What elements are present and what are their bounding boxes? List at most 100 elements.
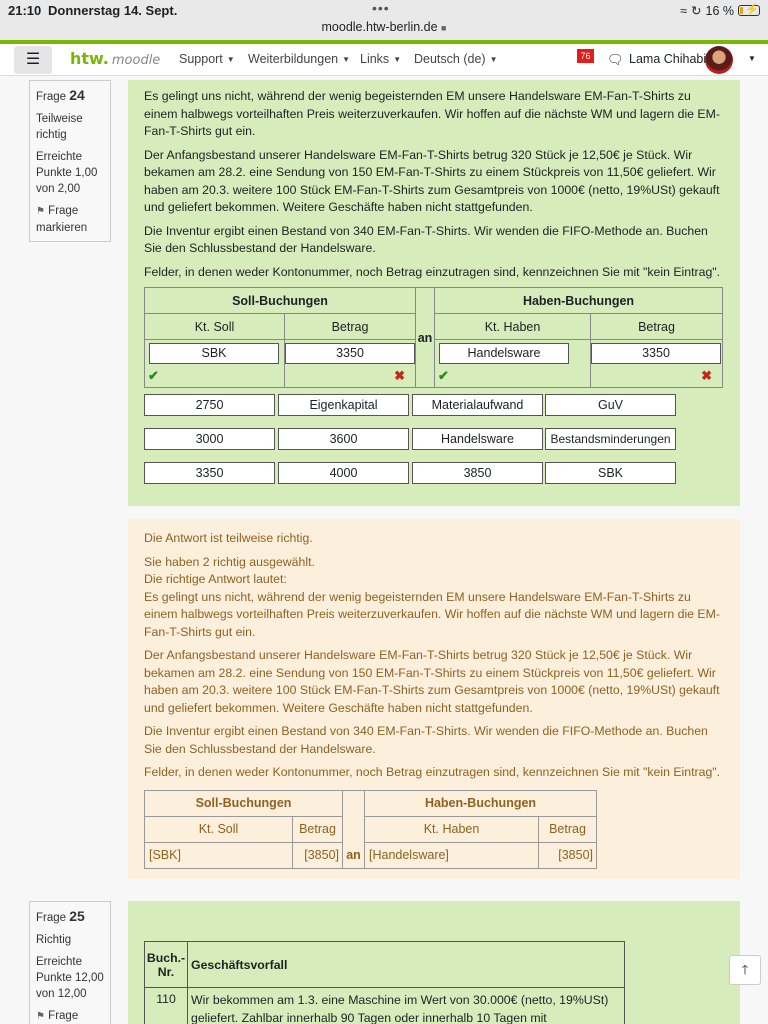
user-name[interactable]: Lama Chihabi bbox=[629, 52, 706, 66]
nav-weiterbildungen-label: Weiterbildungen bbox=[248, 52, 339, 66]
question-info-24: Frage 24 Teilweise richtig Erreichte Pun… bbox=[29, 80, 111, 242]
notification-badge[interactable]: 76 bbox=[577, 49, 594, 63]
feedback-selected: Sie haben 2 richtig ausgewählt. bbox=[144, 554, 315, 569]
arrow-up-icon[interactable]: 🡑 bbox=[729, 955, 761, 985]
booking-table: Soll-Buchungen an Haben-Buchungen Kt. So… bbox=[144, 287, 723, 388]
choice-tile[interactable]: 3000 bbox=[144, 428, 275, 450]
correct-booking-table: Soll-Buchungen an Haben-Buchungen Kt. So… bbox=[144, 789, 597, 869]
check-icon: ✔ bbox=[148, 368, 159, 384]
question-formulation: Es gelingt uns nicht, während der wenig … bbox=[128, 80, 740, 506]
correct-soll-konto: [SBK] bbox=[144, 841, 293, 869]
battery-percent: 16 % bbox=[705, 3, 735, 18]
choice-tile[interactable]: 3600 bbox=[278, 428, 409, 450]
haben-header: Haben-Buchungen bbox=[364, 789, 597, 817]
haben-betrag-header: Betrag bbox=[538, 815, 597, 843]
caret-down-icon: ▼ bbox=[393, 55, 402, 65]
nav-links-label: Links bbox=[360, 52, 390, 66]
choice-tile[interactable]: Eigenkapital bbox=[278, 394, 409, 416]
soll-betrag-header: Betrag bbox=[284, 313, 416, 340]
caret-down-icon: ▼ bbox=[342, 55, 351, 65]
col-geschaeftsvorfall: Geschäftsvorfall bbox=[187, 941, 625, 988]
kt-soll-header: Kt. Soll bbox=[144, 313, 285, 340]
caret-down-icon[interactable]: ▼ bbox=[748, 54, 756, 63]
soll-konto-drop[interactable]: SBK bbox=[149, 343, 279, 365]
haben-konto-cell: Handelsware bbox=[434, 339, 591, 366]
choice-tile[interactable]: 4000 bbox=[278, 462, 409, 484]
lock-icon: ■ bbox=[441, 23, 447, 33]
hamburger-menu-icon[interactable]: ☰ bbox=[14, 46, 52, 74]
an-cell: an bbox=[342, 789, 365, 869]
an-cell: an bbox=[415, 287, 435, 388]
question-label: Frage bbox=[36, 91, 67, 103]
choice-tile[interactable]: 3350 bbox=[144, 462, 275, 484]
cross-icon: ✖ bbox=[701, 368, 712, 384]
haben-betrag-feedback: ✖ bbox=[590, 365, 723, 388]
question-paragraph: Felder, in denen weder Kontonummer, noch… bbox=[144, 264, 721, 279]
feedback-correct-label: Die richtige Antwort lautet: bbox=[144, 572, 287, 586]
choice-tile[interactable]: Materialaufwand bbox=[412, 394, 543, 416]
question-info-25: Frage 25 Richtig Erreichte Punkte 12,00 … bbox=[29, 901, 111, 1024]
feedback-partial: Die Antwort ist teilweise richtig. bbox=[144, 531, 313, 545]
address-bar[interactable]: moodle.htw-berlin.de ■ bbox=[0, 20, 768, 34]
nav-weiterbildungen[interactable]: Weiterbildungen ▼ bbox=[248, 52, 350, 66]
question-state: Richtig bbox=[36, 934, 72, 946]
soll-konto-feedback: ✔ bbox=[144, 365, 285, 388]
nav-links[interactable]: Links ▼ bbox=[360, 52, 401, 66]
haben-betrag-header: Betrag bbox=[590, 313, 723, 340]
kt-haben-header: Kt. Haben bbox=[434, 313, 591, 340]
question-state: Teilweise richtig bbox=[36, 113, 83, 141]
haben-betrag-drop[interactable]: 3350 bbox=[591, 343, 721, 365]
flag-icon: ⚑ bbox=[36, 206, 45, 217]
rotation-lock-icon: ↻ bbox=[691, 4, 702, 18]
choice-tile[interactable]: Handelsware bbox=[412, 428, 543, 450]
row-text: Wir bekommen am 1.3. eine Maschine im We… bbox=[187, 987, 625, 1024]
choice-tile[interactable]: 2750 bbox=[144, 394, 275, 416]
question-number-value: 25 bbox=[69, 908, 85, 924]
answer-feedback: Die Antwort ist teilweise richtig. Sie h… bbox=[128, 519, 740, 879]
nav-language[interactable]: Deutsch (de) ▼ bbox=[414, 52, 497, 66]
site-logo[interactable]: htw. moodle bbox=[70, 49, 160, 68]
question-paragraph: Der Anfangsbestand unserer Handelsware E… bbox=[144, 147, 720, 215]
question-paragraph: Die Inventur ergibt einen Bestand von 34… bbox=[144, 223, 708, 256]
chat-bubble-icon[interactable]: 🗨 bbox=[607, 52, 624, 68]
kt-haben-header: Kt. Haben bbox=[364, 815, 539, 843]
row-number: 110 bbox=[144, 987, 188, 1024]
choice-tile[interactable]: 3850 bbox=[412, 462, 543, 484]
feedback-paragraph: Die Inventur ergibt einen Bestand von 34… bbox=[144, 724, 708, 756]
soll-betrag-cell: 3350 bbox=[284, 339, 416, 366]
business-transactions-table: Buch.-Nr. Geschäftsvorfall 110 Wir bekom… bbox=[144, 941, 625, 1024]
feedback-paragraph: Der Anfangsbestand unserer Handelsware E… bbox=[144, 648, 720, 715]
moodle-navbar: ☰ htw. moodle Support ▼ Weiterbildungen ▼ L… bbox=[0, 44, 768, 76]
choice-tile[interactable]: Bestandsminderungen bbox=[545, 428, 676, 450]
logo-sub: moodle bbox=[111, 53, 161, 68]
choice-tile[interactable]: GuV bbox=[545, 394, 676, 416]
haben-header: Haben-Buchungen bbox=[434, 287, 723, 314]
haben-betrag-cell: 3350 bbox=[590, 339, 723, 366]
question-number: Frage 25 bbox=[36, 908, 104, 926]
safari-dots-icon[interactable]: ••• bbox=[372, 0, 390, 16]
avatar[interactable] bbox=[705, 46, 733, 74]
flag-question[interactable]: ⚑ Frage bbox=[36, 1008, 104, 1024]
haben-konto-feedback: ✔ bbox=[434, 365, 591, 388]
question-label: Frage bbox=[36, 912, 67, 924]
choice-tile[interactable]: SBK bbox=[545, 462, 676, 484]
correct-haben-betrag: [3850] bbox=[538, 841, 597, 869]
soll-header: Soll-Buchungen bbox=[144, 789, 343, 817]
logo-main: htw. bbox=[70, 49, 109, 68]
haben-konto-drop[interactable]: Handelsware bbox=[439, 343, 569, 365]
question-grade: Erreichte Punkte 1,00 von 2,00 bbox=[36, 151, 98, 195]
nav-support-label: Support bbox=[179, 52, 223, 66]
question-paragraph: Es gelingt uns nicht, während der wenig … bbox=[144, 89, 720, 138]
date: Donnerstag 14. Sept. bbox=[48, 3, 178, 18]
url-text: moodle.htw-berlin.de bbox=[321, 20, 438, 34]
correct-soll-betrag: [3850] bbox=[292, 841, 343, 869]
soll-betrag-header: Betrag bbox=[292, 815, 343, 843]
correct-haben-konto: [Handelsware] bbox=[364, 841, 539, 869]
flag-question[interactable]: ⚑ Frage markieren bbox=[36, 203, 104, 236]
caret-down-icon: ▼ bbox=[489, 55, 498, 65]
col-buch-nr: Buch.-Nr. bbox=[144, 941, 188, 988]
question-number: Frage 24 bbox=[36, 87, 104, 105]
soll-betrag-drop[interactable]: 3350 bbox=[285, 343, 415, 365]
nav-support[interactable]: Support ▼ bbox=[179, 52, 235, 66]
cross-icon: ✖ bbox=[394, 368, 405, 384]
